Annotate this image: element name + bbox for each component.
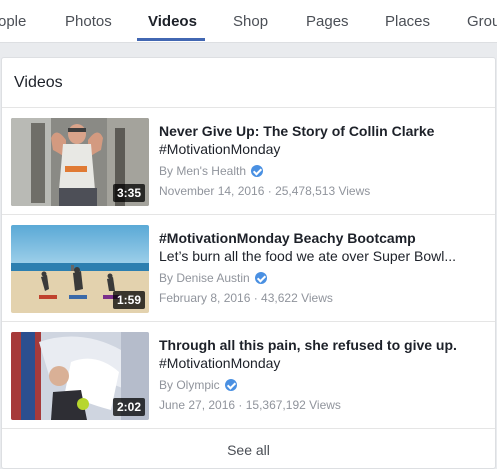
video-author[interactable]: By Olympic — [159, 378, 220, 392]
videos-results-card: Videos 3:35 Never Give Up: The Story of … — [1, 57, 496, 469]
video-duration: 1:59 — [112, 291, 145, 309]
video-title[interactable]: Through all this pain, she refused to gi… — [159, 336, 489, 354]
video-thumbnail[interactable]: 3:35 — [11, 118, 149, 206]
video-info: #MotivationMonday Beachy Bootcamp Let’s … — [159, 229, 489, 305]
section-title: Videos — [14, 74, 63, 91]
video-info: Through all this pain, she refused to gi… — [159, 336, 489, 412]
tab-videos[interactable]: Videos — [148, 13, 197, 30]
verified-badge-icon — [251, 165, 263, 177]
video-author[interactable]: By Denise Austin — [159, 271, 250, 285]
verified-badge-icon — [224, 379, 237, 391]
tab-pages[interactable]: Pages — [306, 13, 349, 30]
see-all-link[interactable]: See all — [2, 442, 495, 458]
video-duration: 2:02 — [112, 398, 145, 416]
search-tabs-bar: ople Photos Videos Shop Pages Places Gro… — [0, 0, 497, 43]
video-meta: February 8, 2016 · 43,622 Views — [159, 291, 333, 305]
video-meta: June 27, 2016 · 15,367,192 Views — [159, 398, 341, 412]
active-tab-indicator — [137, 38, 205, 41]
video-title[interactable]: Never Give Up: The Story of Collin Clark… — [159, 122, 489, 140]
tab-places[interactable]: Places — [385, 13, 430, 30]
divider — [2, 428, 495, 429]
video-byline: By Olympic — [159, 378, 489, 392]
verified-badge-icon — [254, 272, 267, 284]
video-subtitle: #MotivationMonday — [159, 355, 281, 371]
video-result-item[interactable]: 3:35 Never Give Up: The Story of Collin … — [2, 108, 495, 214]
tab-shop[interactable]: Shop — [233, 13, 268, 30]
tab-groups[interactable]: Grou — [467, 13, 497, 30]
tab-photos[interactable]: Photos — [65, 13, 112, 30]
video-result-item[interactable]: 2:02 Through all this pain, she refused … — [2, 322, 495, 428]
video-title[interactable]: #MotivationMonday Beachy Bootcamp — [159, 229, 489, 247]
video-meta: November 14, 2016 · 25,478,513 Views — [159, 184, 371, 198]
video-byline: By Men's Health — [159, 164, 489, 178]
video-thumbnail[interactable]: 1:59 — [11, 225, 149, 313]
video-author[interactable]: By Men's Health — [159, 164, 246, 178]
video-info: Never Give Up: The Story of Collin Clark… — [159, 122, 489, 198]
video-byline: By Denise Austin — [159, 271, 489, 285]
video-duration: 3:35 — [112, 184, 145, 202]
video-subtitle: #MotivationMonday — [159, 141, 281, 157]
video-result-item[interactable]: 1:59 #MotivationMonday Beachy Bootcamp L… — [2, 215, 495, 321]
tab-people[interactable]: ople — [0, 13, 26, 30]
video-subtitle: Let’s burn all the food we ate over Supe… — [159, 248, 457, 264]
video-thumbnail[interactable]: 2:02 — [11, 332, 149, 420]
